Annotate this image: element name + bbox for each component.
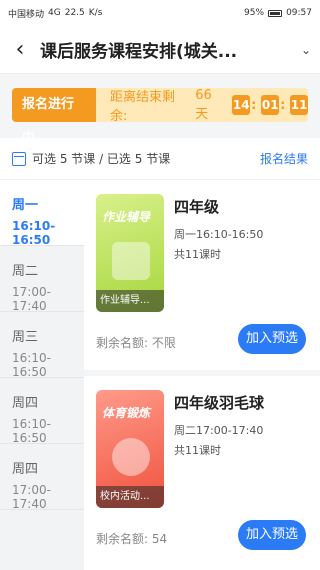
add-preselect-button[interactable]: 加入预选 <box>238 520 306 550</box>
day-label: 周四 <box>12 396 39 411</box>
countdown-days: 66 天 <box>195 88 212 122</box>
thumbnail-caption: 校内活动... <box>96 486 164 508</box>
thumbnail-title: 体育锻炼 <box>102 406 151 420</box>
status-bar: 中国移动 4G 22.5 K/s 95% 09:57 <box>0 0 320 26</box>
remaining-seats: 剩余名额: 54 <box>96 532 168 546</box>
homework-icon <box>112 242 150 280</box>
course-hours: 共11课时 <box>174 444 221 457</box>
selection-info-row: 可选 5 节课 / 已选 5 节课 报名结果 <box>0 138 320 180</box>
selection-summary: 可选 5 节课 / 已选 5 节课 <box>32 152 171 166</box>
thumbnail-title: 作业辅导 <box>102 210 151 224</box>
day-label: 周二 <box>12 264 39 279</box>
day-label: 周四 <box>12 462 39 477</box>
countdown-seconds: 11 <box>290 95 308 115</box>
app-header: ‹ 课后服务课程安排(城关... ⌄ <box>0 26 320 74</box>
colon-separator: : <box>280 97 286 113</box>
status-badge: 报名进行中 <box>12 88 97 146</box>
course-card: 作业辅导 作业辅导... 四年级 周一16:10-16:50 共11课时 剩余名… <box>92 180 320 370</box>
add-preselect-button[interactable]: 加入预选 <box>238 324 306 354</box>
course-thumbnail: 体育锻炼 校内活动... <box>96 390 164 508</box>
course-card: 体育锻炼 校内活动... 四年级羽毛球 周二17:00-17:40 共11课时 … <box>92 376 320 566</box>
course-panel: 可选 5 节课 / 已选 5 节课 报名结果 周一 16:10-16:50 周二… <box>0 138 320 570</box>
day-label: 周三 <box>12 330 39 345</box>
battery-percent: 95% <box>244 8 265 18</box>
chevron-down-icon[interactable]: ⌄ <box>292 43 320 57</box>
day-time: 16:10-16:50 <box>12 219 56 247</box>
course-time: 周一16:10-16:50 <box>174 228 264 241</box>
speed-unit: K/s <box>88 8 103 18</box>
day-item-thu-2[interactable]: 周四 17:00-17:40 <box>0 444 84 511</box>
enrollment-result-link[interactable]: 报名结果 <box>260 150 308 167</box>
speed-value: 22.5 <box>64 8 85 18</box>
day-item-mon[interactable]: 周一 16:10-16:50 <box>0 180 84 247</box>
back-button[interactable]: ‹ <box>0 26 40 74</box>
countdown-hours: 14 <box>232 95 251 115</box>
course-time: 周二17:00-17:40 <box>174 424 264 437</box>
clock: 09:57 <box>286 8 312 18</box>
course-name: 四年级 <box>174 198 220 216</box>
day-item-tue[interactable]: 周二 17:00-17:40 <box>0 246 84 313</box>
day-time: 16:10-16:50 <box>12 417 51 445</box>
course-hours: 共11课时 <box>174 248 221 261</box>
ping-pong-icon <box>112 438 150 476</box>
countdown-label: 距离结束剩余: <box>110 90 176 124</box>
day-item-wed[interactable]: 周三 16:10-16:50 <box>0 312 84 379</box>
page-title: 课后服务课程安排(城关... <box>40 42 238 62</box>
colon-separator: : <box>251 97 257 113</box>
course-name: 四年级羽毛球 <box>174 394 265 412</box>
calendar-icon <box>12 151 26 166</box>
carrier-label: 中国移动 <box>8 9 45 20</box>
signal-label: 4G <box>48 8 61 18</box>
day-label: 周一 <box>12 198 39 213</box>
course-thumbnail: 作业辅导 作业辅导... <box>96 194 164 312</box>
enrollment-banner: 报名进行中 距离结束剩余: 66 天 14 : 01 : 11 <box>12 88 308 146</box>
chevron-left-icon: ‹ <box>15 37 25 62</box>
day-time: 16:10-16:50 <box>12 351 51 379</box>
day-time: 17:00-17:40 <box>12 285 51 313</box>
remaining-seats: 剩余名额: 不限 <box>96 336 176 350</box>
thumbnail-caption: 作业辅导... <box>96 290 164 312</box>
battery-icon <box>268 9 283 17</box>
day-item-thu-1[interactable]: 周四 16:10-16:50 <box>0 378 84 445</box>
countdown-minutes: 01 <box>261 95 280 115</box>
day-list: 周一 16:10-16:50 周二 17:00-17:40 周三 16:10-1… <box>0 180 84 570</box>
day-time: 17:00-17:40 <box>12 483 51 511</box>
